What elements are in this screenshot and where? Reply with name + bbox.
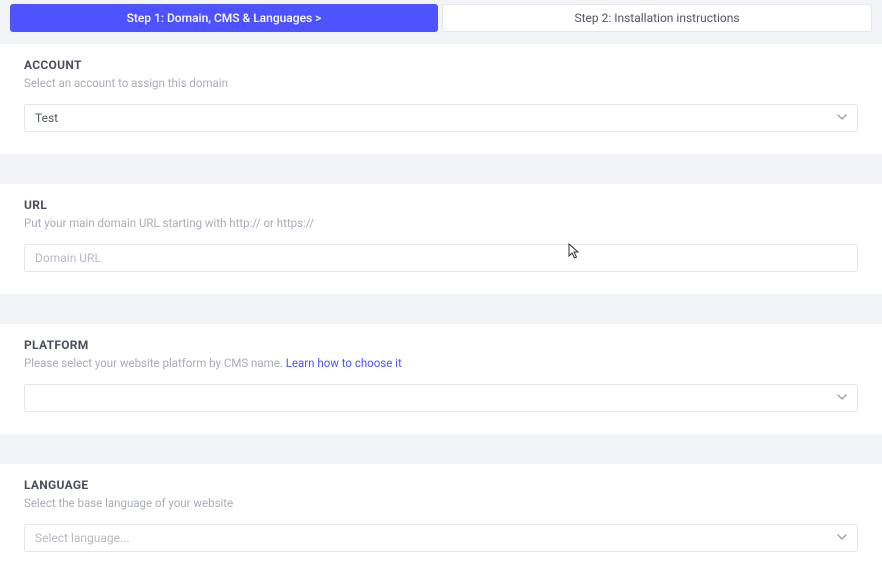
chevron-down-icon <box>837 393 847 403</box>
language-title: LANGUAGE <box>24 478 858 492</box>
platform-panel: PLATFORM Please select your website plat… <box>0 324 882 434</box>
platform-title: PLATFORM <box>24 338 858 352</box>
language-select[interactable]: Select language... <box>24 524 858 552</box>
account-panel: ACCOUNT Select an account to assign this… <box>0 44 882 154</box>
url-description: Put your main domain URL starting with h… <box>24 216 858 230</box>
account-select[interactable]: Test <box>24 104 858 132</box>
platform-description: Please select your website platform by C… <box>24 356 858 370</box>
tab-step2[interactable]: Step 2: Installation instructions <box>442 4 872 32</box>
chevron-down-icon <box>837 113 847 123</box>
platform-description-text: Please select your website platform by C… <box>24 356 286 370</box>
account-description: Select an account to assign this domain <box>24 76 858 90</box>
tab-step1[interactable]: Step 1: Domain, CMS & Languages > <box>10 4 438 32</box>
platform-select[interactable] <box>24 384 858 412</box>
account-title: ACCOUNT <box>24 58 858 72</box>
language-description: Select the base language of your website <box>24 496 858 510</box>
tab-step2-label: Step 2: Installation instructions <box>574 11 739 25</box>
language-select-value: Select language... <box>35 531 130 545</box>
platform-learn-link[interactable]: Learn how to choose it <box>286 356 402 370</box>
chevron-down-icon <box>837 533 847 543</box>
tab-step1-label: Step 1: Domain, CMS & Languages > <box>127 11 322 25</box>
url-input[interactable] <box>24 244 858 272</box>
language-panel: LANGUAGE Select the base language of you… <box>0 464 882 582</box>
account-select-value: Test <box>35 111 58 125</box>
url-panel: URL Put your main domain URL starting wi… <box>0 184 882 294</box>
url-title: URL <box>24 198 858 212</box>
